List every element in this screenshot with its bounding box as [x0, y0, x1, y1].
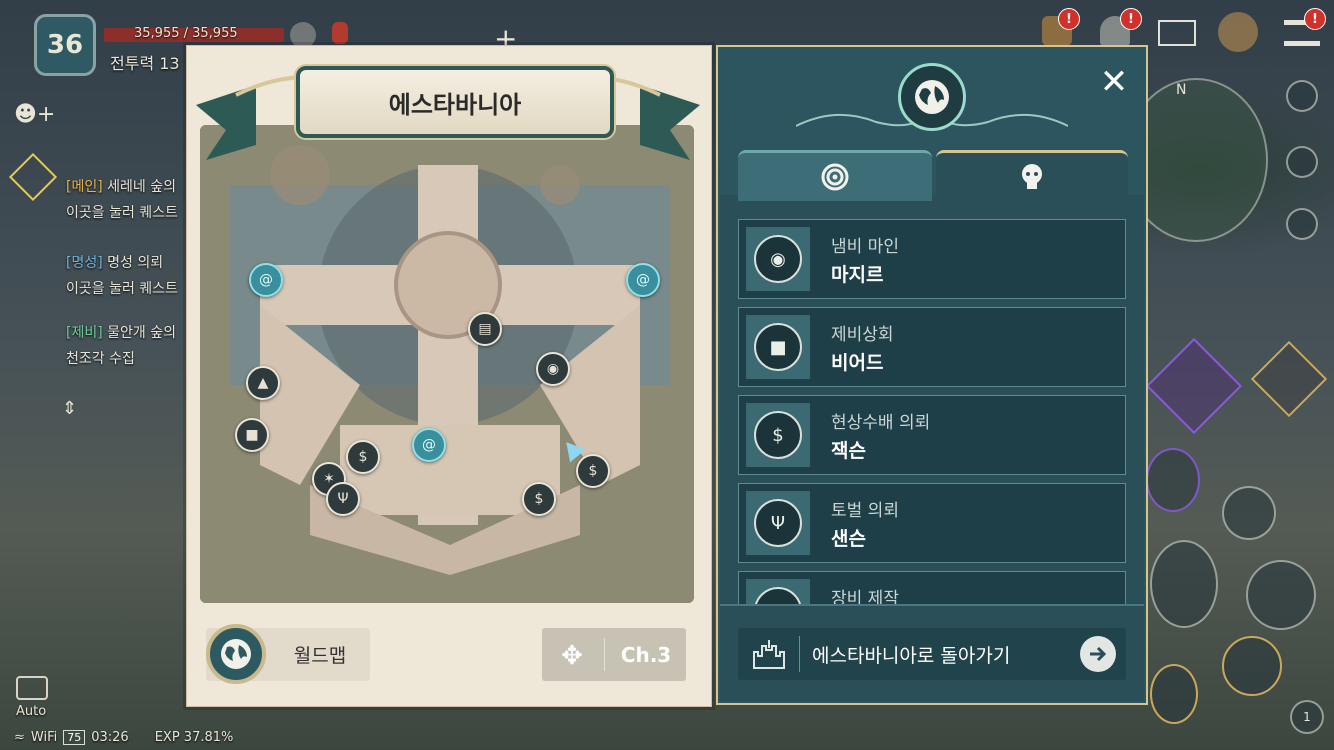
combat-power: 전투력 13: [110, 54, 180, 73]
mail-icon[interactable]: [1158, 20, 1196, 46]
npc-name: 마지르: [831, 264, 884, 286]
globe-icon: [206, 624, 266, 684]
quest-title: 명성 의뢰: [107, 255, 164, 271]
quest-list: [메인] 세레네 숲의 이곳을 눌러 퀘스트 [명성] 명성 의뢰 이곳을 눌러…: [66, 176, 186, 382]
money-bag-marker-icon[interactable]: $: [522, 482, 556, 516]
status-bar: ≈ WiFi 75 03:26 EXP 37.81%: [14, 728, 233, 746]
quest-desc: 이곳을 눌러 퀘스트: [66, 281, 178, 297]
npc-name: 잭슨: [831, 440, 866, 462]
quest-item[interactable]: [제비] 물안개 숲의 천조각 수집: [66, 322, 186, 382]
skill-hex-icon[interactable]: [1150, 664, 1198, 724]
channel-move-icon: ✥: [561, 641, 583, 671]
wifi-icon: ≈: [14, 729, 25, 745]
arrow-right-icon[interactable]: [1080, 636, 1116, 672]
npc-icon-frame: Ψ: [746, 491, 810, 555]
money-bag-marker-icon[interactable]: $: [346, 440, 380, 474]
skill-clock-icon[interactable]: [1222, 636, 1282, 696]
potion-icon[interactable]: [332, 22, 348, 44]
portal-marker-icon[interactable]: @: [249, 263, 283, 297]
attack-gun-icon[interactable]: [1150, 540, 1218, 628]
skill-slot-empty-icon[interactable]: [1246, 560, 1316, 630]
quest-tag: [제비]: [66, 325, 103, 341]
npc-icon-frame: ■: [746, 315, 810, 379]
map-title: 에스타바니아: [296, 66, 614, 138]
trident-marker-icon[interactable]: Ψ: [326, 482, 360, 516]
trident-icon: Ψ: [754, 499, 802, 547]
npc-role: 토벌 의뢰: [831, 501, 899, 521]
scroll-marker-icon[interactable]: ▤: [468, 312, 502, 346]
tab-portal[interactable]: [738, 150, 932, 201]
npc-name: 샌슨: [831, 528, 866, 550]
list-bottom-divider: [720, 604, 1144, 606]
hp-bar: 35,955 / 35,955: [104, 26, 284, 42]
quest-item[interactable]: [명성] 명성 의뢰 이곳을 눌러 퀘스트: [66, 252, 186, 322]
level-value: 36: [46, 30, 84, 60]
return-divider: [799, 636, 800, 672]
npc-skull-icon: [1022, 164, 1042, 189]
anvil-icon: ▲: [754, 587, 802, 605]
pot-marker-icon[interactable]: ◉: [536, 352, 570, 386]
npc-name: 비어드: [831, 352, 884, 374]
channel-divider: [604, 638, 605, 671]
bell-alert-badge: !: [1120, 8, 1142, 30]
pot-icon: ◉: [754, 235, 802, 283]
anvil-marker-icon[interactable]: ▲: [246, 366, 280, 400]
portal-swirl-icon: [821, 163, 849, 191]
clock: 03:26: [91, 729, 129, 745]
castle-icon: [752, 638, 786, 670]
portal-marker-icon[interactable]: @: [626, 263, 660, 297]
quest-tag: [메인]: [66, 179, 103, 195]
wifi-label: WiFi: [30, 729, 58, 745]
globe-emblem-icon: [898, 63, 966, 131]
tab-npc[interactable]: [936, 150, 1128, 201]
menu-alert-badge: !: [1304, 8, 1326, 30]
dodge-run-icon[interactable]: [1222, 486, 1276, 540]
bag-icon[interactable]: [1218, 12, 1258, 52]
quest-item[interactable]: [메인] 세레네 숲의 이곳을 눌러 퀘스트: [66, 176, 186, 252]
merchant-marker-icon[interactable]: ■: [235, 418, 269, 452]
npc-role: 장비 제작: [831, 589, 899, 605]
merchant-icon: ■: [754, 323, 802, 371]
channel-label: Ch.3: [620, 642, 672, 667]
minimap-north-label: N: [1176, 82, 1187, 98]
exp-text: EXP 37.81%: [154, 729, 234, 745]
close-icon[interactable]: ✕: [1096, 62, 1132, 102]
npc-icon-frame: $: [746, 403, 810, 467]
corner-counter-badge[interactable]: 1: [1290, 700, 1324, 734]
hp-text: 35,955 / 35,955: [134, 26, 238, 41]
return-label: 에스타바니아로 돌아가기: [812, 644, 1011, 667]
corner-counter-value: 1: [1303, 710, 1311, 724]
minimap-tower-icon[interactable]: [1286, 208, 1318, 240]
area-map-drawing: [200, 125, 694, 603]
npc-role: 현상수배 의뢰: [831, 413, 931, 433]
event-alert-badge: !: [1058, 8, 1080, 30]
npc-list-clip: ▲ 장비 제작: [738, 571, 1126, 605]
collapse-icon[interactable]: ⇕: [62, 398, 77, 419]
npc-role: 냄비 마인: [831, 237, 899, 257]
quest-desc: 이곳을 눌러 퀘스트: [66, 205, 178, 221]
portal-marker-icon[interactable]: @: [412, 428, 446, 462]
party-add-icon[interactable]: ☻+: [14, 102, 55, 127]
minimap-signal-icon[interactable]: [1286, 146, 1318, 178]
skill-slash-icon[interactable]: [1146, 448, 1200, 512]
area-map[interactable]: [200, 125, 694, 603]
npc-icon-frame: ◉: [746, 227, 810, 291]
npc-role: 제비상회: [831, 325, 894, 345]
level-badge: 36: [34, 14, 96, 76]
npc-icon-frame: ▲: [746, 579, 810, 605]
money-bag-icon: $: [754, 411, 802, 459]
quest-tag: [명성]: [66, 255, 103, 271]
money-bag-marker-icon[interactable]: $: [576, 454, 610, 488]
minimap-globe-icon[interactable]: [1286, 80, 1318, 112]
quest-title: 물안개 숲의: [107, 325, 176, 341]
quest-desc: 천조각 수집: [66, 351, 135, 367]
auto-label: Auto: [16, 704, 47, 719]
auto-camera-icon[interactable]: [16, 676, 48, 700]
battery-indicator: 75: [63, 729, 86, 745]
world-map-label: 월드맵: [293, 645, 347, 667]
quest-title: 세레네 숲의: [107, 179, 176, 195]
